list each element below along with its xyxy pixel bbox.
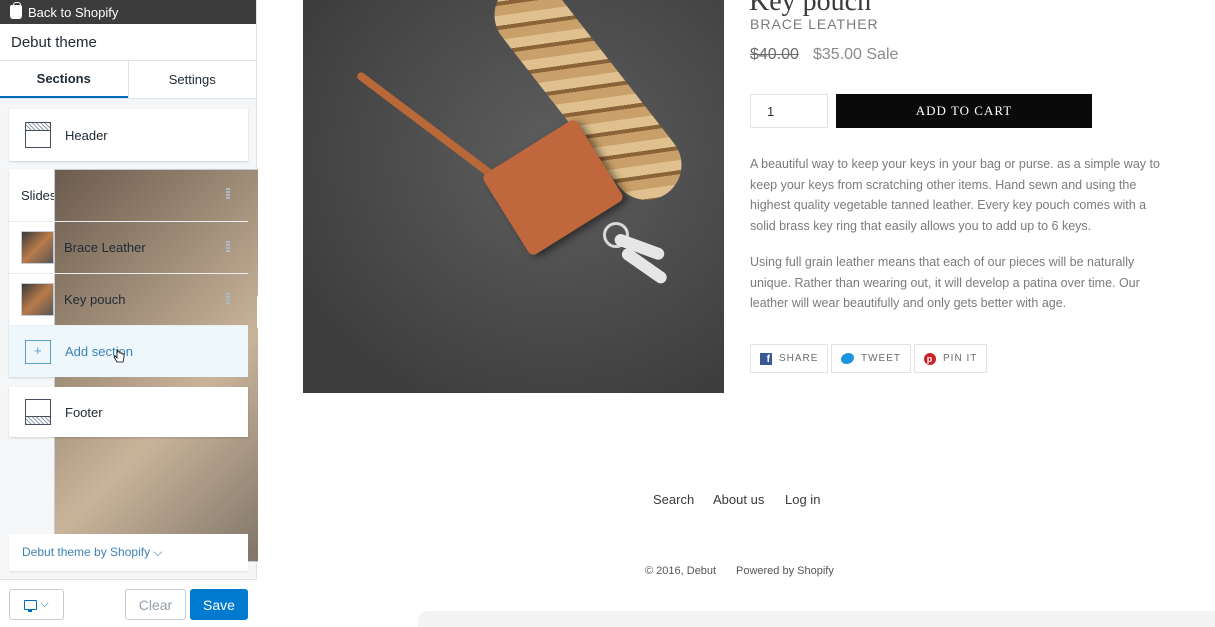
- header-layout-icon: [25, 122, 51, 148]
- save-button[interactable]: Save: [190, 589, 248, 620]
- add-section-icon: [25, 339, 51, 364]
- pin-label: PIN IT: [943, 353, 978, 364]
- drag-handle-icon[interactable]: [226, 293, 230, 304]
- share-pinterest-button[interactable]: p PIN IT: [914, 344, 988, 373]
- key-pouch-thumbnail-icon: [21, 283, 54, 316]
- tab-settings[interactable]: Settings: [127, 61, 257, 98]
- footer-section-card[interactable]: Footer: [9, 387, 248, 437]
- hand-cursor-icon: [113, 349, 125, 363]
- twitter-icon: [841, 353, 854, 364]
- quantity-input[interactable]: 1: [750, 94, 828, 128]
- storefront-preview: Key pouch BRACE LEATHER $40.00 $35.00 Sa…: [258, 0, 1215, 627]
- brace-leather-thumbnail-icon: [21, 231, 54, 264]
- footer-link-search[interactable]: Search: [653, 492, 694, 507]
- tweet-label: TWEET: [861, 353, 901, 364]
- product-vendor: BRACE LEATHER: [750, 16, 879, 32]
- copyright-text: © 2016, Debut: [645, 565, 717, 577]
- section-item-brace-leather[interactable]: Brace Leather: [9, 221, 248, 273]
- sections-list: Slideshow Brace Leather Key pouch Add se…: [9, 169, 475, 562]
- sidebar-tabs: Sections Settings: [0, 61, 256, 99]
- back-label: Back to Shopify: [28, 4, 119, 20]
- section-label: Header: [65, 127, 108, 143]
- leather-strap-shape: [355, 70, 497, 180]
- powered-by-link[interactable]: Powered by Shopify: [736, 565, 834, 577]
- desktop-monitor-icon: [24, 599, 38, 612]
- pinterest-icon: p: [924, 352, 936, 365]
- footer-link-login[interactable]: Log in: [785, 492, 820, 507]
- tab-sections[interactable]: Sections: [0, 61, 128, 98]
- chevron-down-icon: ⌵: [40, 598, 49, 610]
- facebook-icon: f: [760, 352, 772, 365]
- theme-editor-sidebar: Back to Shopify Debut theme Sections Set…: [0, 0, 475, 627]
- footer-link-about[interactable]: About us: [713, 492, 764, 507]
- drag-handle-icon[interactable]: [226, 241, 230, 252]
- device-preview-select[interactable]: ⌵: [9, 589, 64, 620]
- add-to-cart-button[interactable]: ADD TO CART: [836, 94, 1092, 128]
- section-item-key-pouch[interactable]: Key pouch: [9, 273, 248, 325]
- sale-price: $35.00 Sale: [813, 46, 899, 63]
- clear-button[interactable]: Clear: [125, 589, 186, 620]
- section-label: Brace Leather: [64, 240, 146, 255]
- shopify-bag-icon: [10, 2, 22, 19]
- back-to-shopify-link[interactable]: Back to Shopify: [0, 0, 256, 24]
- product-image: [303, 0, 724, 393]
- product-description-2: Using full grain leather means that each…: [750, 255, 1140, 310]
- product-description-1: A beautiful way to keep your keys in you…: [750, 157, 1160, 233]
- share-facebook-button[interactable]: f SHARE: [750, 344, 829, 373]
- section-item-slideshow[interactable]: Slideshow: [9, 169, 475, 562]
- page-bottom-shadow: [418, 611, 1215, 627]
- section-label: Footer: [65, 404, 103, 420]
- section-label: Key pouch: [64, 292, 126, 307]
- section-item-footer[interactable]: Footer: [9, 387, 248, 437]
- theme-info-link[interactable]: Debut theme by Shopify ⌵: [9, 534, 248, 571]
- add-section-button[interactable]: Add section: [9, 325, 248, 377]
- share-twitter-button[interactable]: TWEET: [831, 344, 911, 373]
- footer-layout-icon: [25, 399, 51, 425]
- sidebar-bottom-bar: ⌵ Clear Save: [0, 579, 257, 627]
- share-label: SHARE: [779, 353, 819, 364]
- compare-at-price: $40.00: [750, 46, 799, 63]
- section-item-header[interactable]: Header: [9, 109, 248, 161]
- drag-handle-icon[interactable]: [226, 188, 230, 199]
- theme-title: Debut theme: [0, 24, 256, 61]
- header-section-card[interactable]: Header: [9, 109, 248, 161]
